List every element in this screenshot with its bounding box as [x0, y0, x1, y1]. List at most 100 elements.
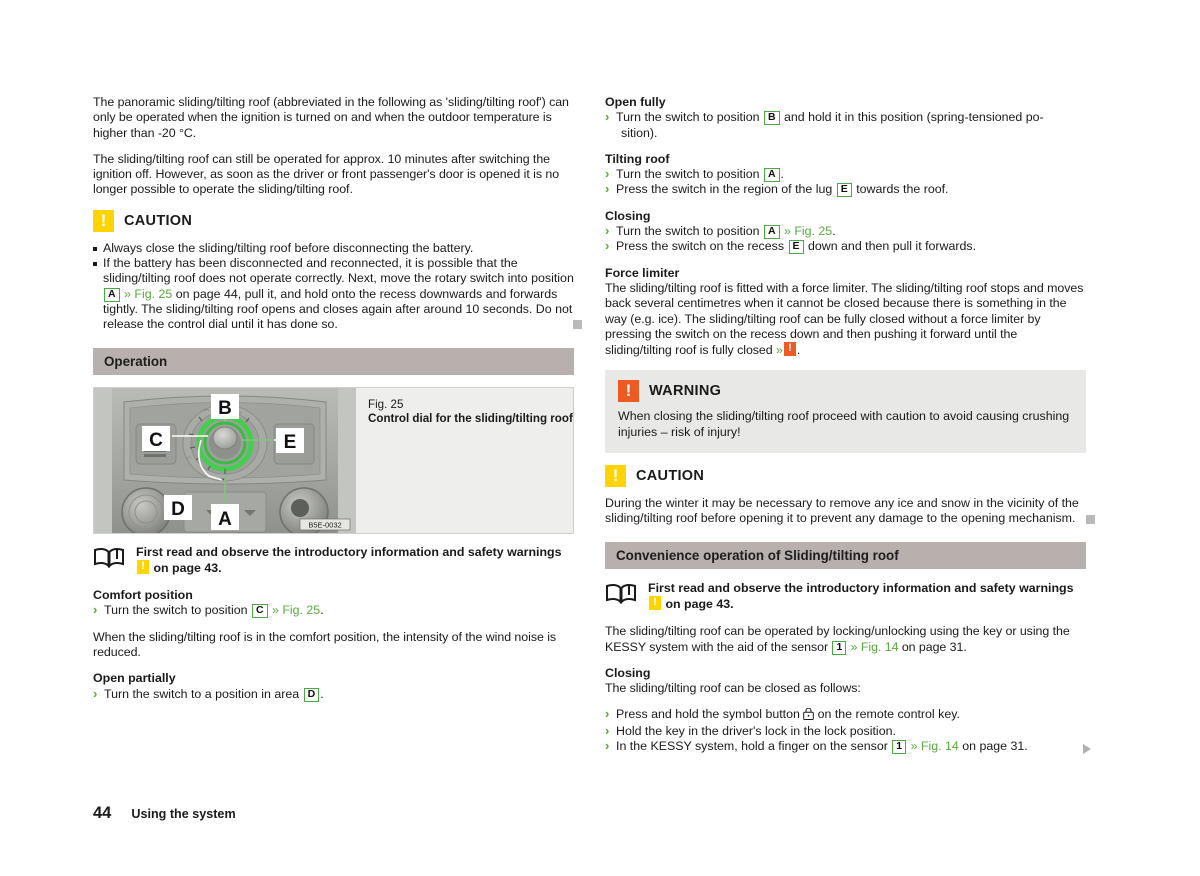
- svg-text:B: B: [218, 398, 232, 419]
- warning-body: When closing the sliding/tilting roof pr…: [618, 409, 1070, 439]
- band-convenience-operation: Convenience operation of Sliding/tilting…: [605, 541, 1086, 569]
- step-tilting-2: Press the switch in the region of the lu…: [605, 181, 1086, 198]
- ref-number-1-kessy: 1: [892, 740, 907, 755]
- booknote-text-part2: on page 43.: [153, 560, 222, 575]
- page-number: 44: [93, 804, 112, 822]
- force-limiter-text-2: .: [796, 343, 801, 358]
- warning-box: WARNING When closing the sliding/tilting…: [605, 370, 1086, 454]
- svg-text:A: A: [218, 509, 232, 530]
- closing-convenience-intro: The sliding/tilting roof can be closed a…: [605, 681, 861, 696]
- caution-bullet-1: Always close the sliding/tilting roof be…: [93, 241, 574, 256]
- step-open-partially-text: Turn the switch to a position in area: [104, 686, 300, 701]
- caution-header: CAUTION: [93, 209, 574, 232]
- kessy-text-2: on page 31.: [901, 639, 967, 654]
- figure-caption: Fig. 25 Control dial for the sliding/til…: [356, 388, 573, 533]
- step-comfort-position: Turn the switch to position C » Fig. 25.: [93, 602, 574, 619]
- step-convenience-3: In the KESSY system, hold a finger on th…: [605, 738, 1086, 755]
- step-closing-1: Turn the switch to position A » Fig. 25.: [605, 223, 1086, 240]
- force-limiter-link[interactable]: »: [776, 343, 783, 357]
- step-tilting-1-suffix: .: [780, 167, 784, 182]
- step-closing-2: Press the switch on the recess E down an…: [605, 238, 1086, 255]
- heading-comfort-position: Comfort position: [93, 588, 193, 603]
- step-closing-1-suffix: .: [832, 224, 836, 239]
- booknote-right: First read and observe the introductory …: [605, 581, 1086, 613]
- ref-letter-e-tilt: E: [836, 183, 852, 198]
- fig-link-25-closing[interactable]: » Fig. 25: [784, 224, 832, 238]
- heading-force-limiter: Force limiter: [605, 265, 680, 280]
- step-convenience-3-text-1: In the KESSY system, hold a finger on th…: [616, 739, 888, 754]
- ref-letter-a-closing: A: [763, 225, 780, 240]
- caution-callout-right: CAUTION During the winter it may be nece…: [605, 465, 1086, 527]
- intro-paragraph-1: The panoramic sliding/tilting roof (abbr…: [93, 95, 569, 140]
- caution-bullet-2-text-1: If the battery has been disconnected and…: [103, 256, 574, 286]
- step-closing-2-text-2: down and then pull it forwards.: [807, 239, 977, 254]
- svg-text:◠: ◠: [187, 456, 192, 462]
- heading-open-partially: Open partially: [93, 671, 176, 686]
- caution-right-title: CAUTION: [636, 468, 705, 485]
- step-convenience-2: Hold the key in the driver's lock in the…: [605, 723, 1086, 739]
- booknote-left: First read and observe the introductory …: [93, 545, 574, 577]
- padlock-icon: [800, 708, 818, 722]
- step-open-partially: Turn the switch to a position in area D.: [93, 686, 574, 702]
- inline-warning-icon: [783, 341, 796, 357]
- right-column: Open fully Turn the switch to position B…: [605, 95, 1086, 755]
- step-comfort-text: Turn the switch to position: [104, 603, 248, 618]
- open-book-icon: [93, 547, 125, 573]
- fig-link-14-kessy[interactable]: » Fig. 14: [911, 739, 959, 753]
- fig-link-25[interactable]: » Fig. 25: [124, 287, 172, 301]
- booknote-text-right: First read and observe the introductory …: [648, 581, 1086, 613]
- warning-exclamation-icon: [618, 380, 639, 403]
- caution-body: Always close the sliding/tilting roof be…: [93, 241, 574, 333]
- heading-tilting-roof: Tilting roof: [605, 151, 670, 166]
- ref-letter-a-tilt: A: [763, 168, 780, 183]
- caution-callout-left: CAUTION Always close the sliding/tilting…: [93, 209, 574, 333]
- booknote-right-part1: First read and observe the introductory …: [648, 580, 1074, 595]
- inline-caution-icon: [137, 559, 149, 574]
- ref-letter-a: A: [104, 287, 120, 302]
- step-open-fully-text-2: and hold it in this position (spring-ten…: [783, 110, 1044, 125]
- caution-right-header: CAUTION: [605, 465, 1086, 488]
- heading-closing: Closing: [605, 208, 651, 223]
- step-tilting-2-text-1: Press the switch in the region of the lu…: [616, 182, 833, 197]
- ref-number-1: 1: [832, 640, 847, 655]
- caution-title: CAUTION: [124, 212, 193, 229]
- step-closing-1-text: Turn the switch to position: [616, 224, 760, 239]
- caution-bullet-2: If the battery has been disconnected and…: [93, 256, 574, 332]
- step-convenience-1-text-1: Press and hold the symbol button: [616, 707, 800, 722]
- comfort-paragraph: When the sliding/tilting roof is in the …: [93, 629, 557, 660]
- caution-exclamation-icon: [93, 209, 114, 232]
- step-open-fully-text-1: Turn the switch to position: [616, 110, 760, 125]
- fig-link-14[interactable]: » Fig. 14: [851, 640, 899, 654]
- step-convenience-1-text-2: on the remote control key.: [817, 707, 960, 722]
- ref-letter-b: B: [763, 111, 780, 126]
- step-tilting-1: Turn the switch to position A.: [605, 166, 1086, 183]
- open-book-icon-right: [605, 583, 637, 609]
- manual-page: The panoramic sliding/tilting roof (abbr…: [0, 0, 1200, 876]
- booknote-text-left: First read and observe the introductory …: [136, 545, 574, 577]
- figure-number: Fig. 25: [368, 397, 404, 411]
- caution-bullet-2-text-2: on page 44, pull it, and hold onto the r…: [103, 286, 573, 332]
- left-column: The panoramic sliding/tilting roof (abbr…: [93, 95, 574, 702]
- footer-section-title: Using the system: [131, 807, 236, 821]
- inline-caution-icon-right: [649, 595, 661, 610]
- ref-letter-d: D: [303, 687, 320, 702]
- caution-right-exclamation-icon: [605, 465, 626, 488]
- step-open-fully: Turn the switch to position B and hold i…: [605, 109, 1086, 141]
- figure-25-image: ⌒ ▭ ◠ ▬ B C E D A B5E-0032: [94, 387, 356, 533]
- ref-letter-c: C: [251, 604, 268, 619]
- step-open-partially-suffix: .: [320, 686, 324, 701]
- booknote-right-part2: on page 43.: [665, 596, 734, 611]
- fig-link-25-comfort[interactable]: » Fig. 25: [272, 603, 320, 617]
- margin-square-marker-left: [573, 320, 582, 329]
- heading-closing-convenience: Closing: [605, 665, 651, 680]
- force-limiter-body: The sliding/tilting roof is fitted with …: [605, 281, 1086, 358]
- figure-title: Control dial for the sliding/tilting roo…: [368, 411, 573, 425]
- figure-25: ⌒ ▭ ◠ ▬ B C E D A B5E-0032 Fig. 25 Contr…: [93, 386, 574, 534]
- svg-text:C: C: [149, 430, 163, 451]
- warning-title: WARNING: [649, 383, 722, 400]
- svg-text:⌒: ⌒: [204, 410, 209, 416]
- page-footer: 44 Using the system: [93, 804, 236, 823]
- booknote-text-part1: First read and observe the introductory …: [136, 544, 562, 559]
- caution-right-body: During the winter it may be necessary to…: [605, 496, 1079, 526]
- warning-header: WARNING: [618, 380, 1073, 403]
